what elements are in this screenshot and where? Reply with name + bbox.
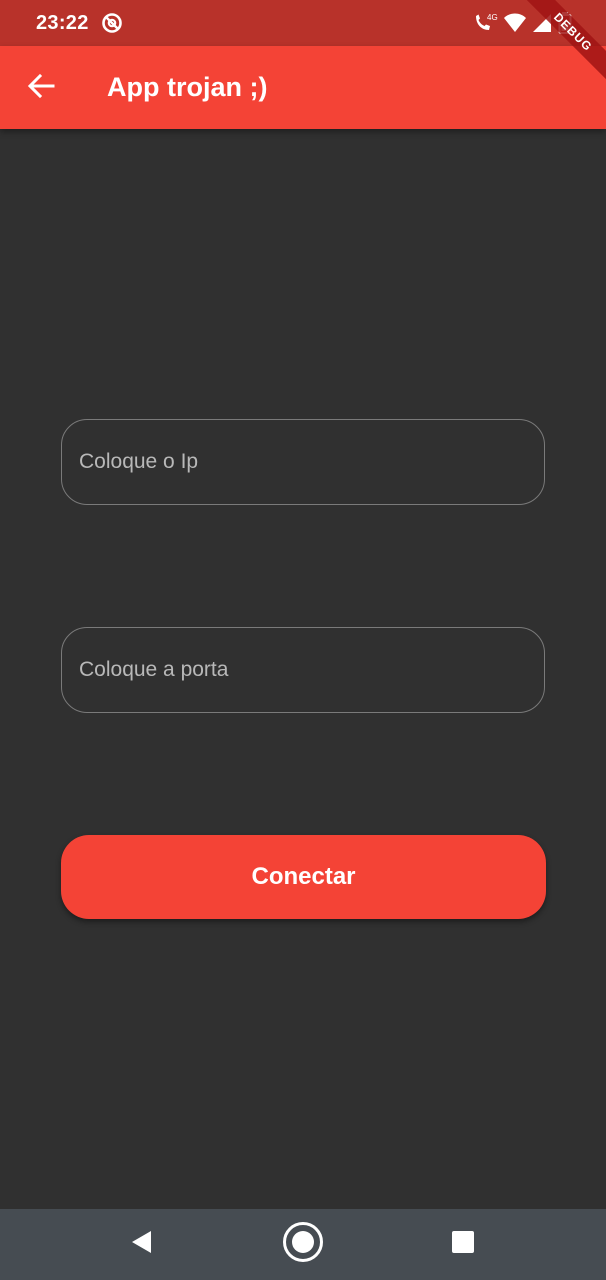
volte-call-icon: 4G [472, 12, 498, 34]
port-input[interactable] [62, 628, 544, 712]
connect-button[interactable]: Conectar [61, 835, 546, 919]
nav-recents-button[interactable] [423, 1209, 503, 1280]
ip-field[interactable] [61, 419, 545, 505]
nav-back-button[interactable] [101, 1209, 181, 1280]
status-bar: 23:22 4G [0, 0, 606, 46]
page-title: App trojan ;) [107, 72, 268, 102]
status-icons: 4G [472, 12, 572, 34]
port-field[interactable] [61, 627, 545, 713]
status-time: 23:22 [36, 12, 89, 34]
signal-icon [532, 13, 552, 33]
network-label: 4G [487, 13, 498, 22]
back-triangle-icon [129, 1229, 153, 1260]
nav-home-button[interactable] [263, 1209, 343, 1280]
nav-bar [0, 1209, 606, 1280]
arrow-back-icon [27, 72, 55, 105]
battery-icon [558, 12, 572, 34]
back-button[interactable] [20, 67, 62, 109]
app-bar: App trojan ;) [0, 46, 606, 129]
home-circle-icon [282, 1221, 324, 1268]
dnd-icon [101, 12, 123, 34]
wifi-icon [504, 13, 526, 33]
recents-square-icon [451, 1230, 475, 1259]
ip-input[interactable] [62, 420, 544, 504]
